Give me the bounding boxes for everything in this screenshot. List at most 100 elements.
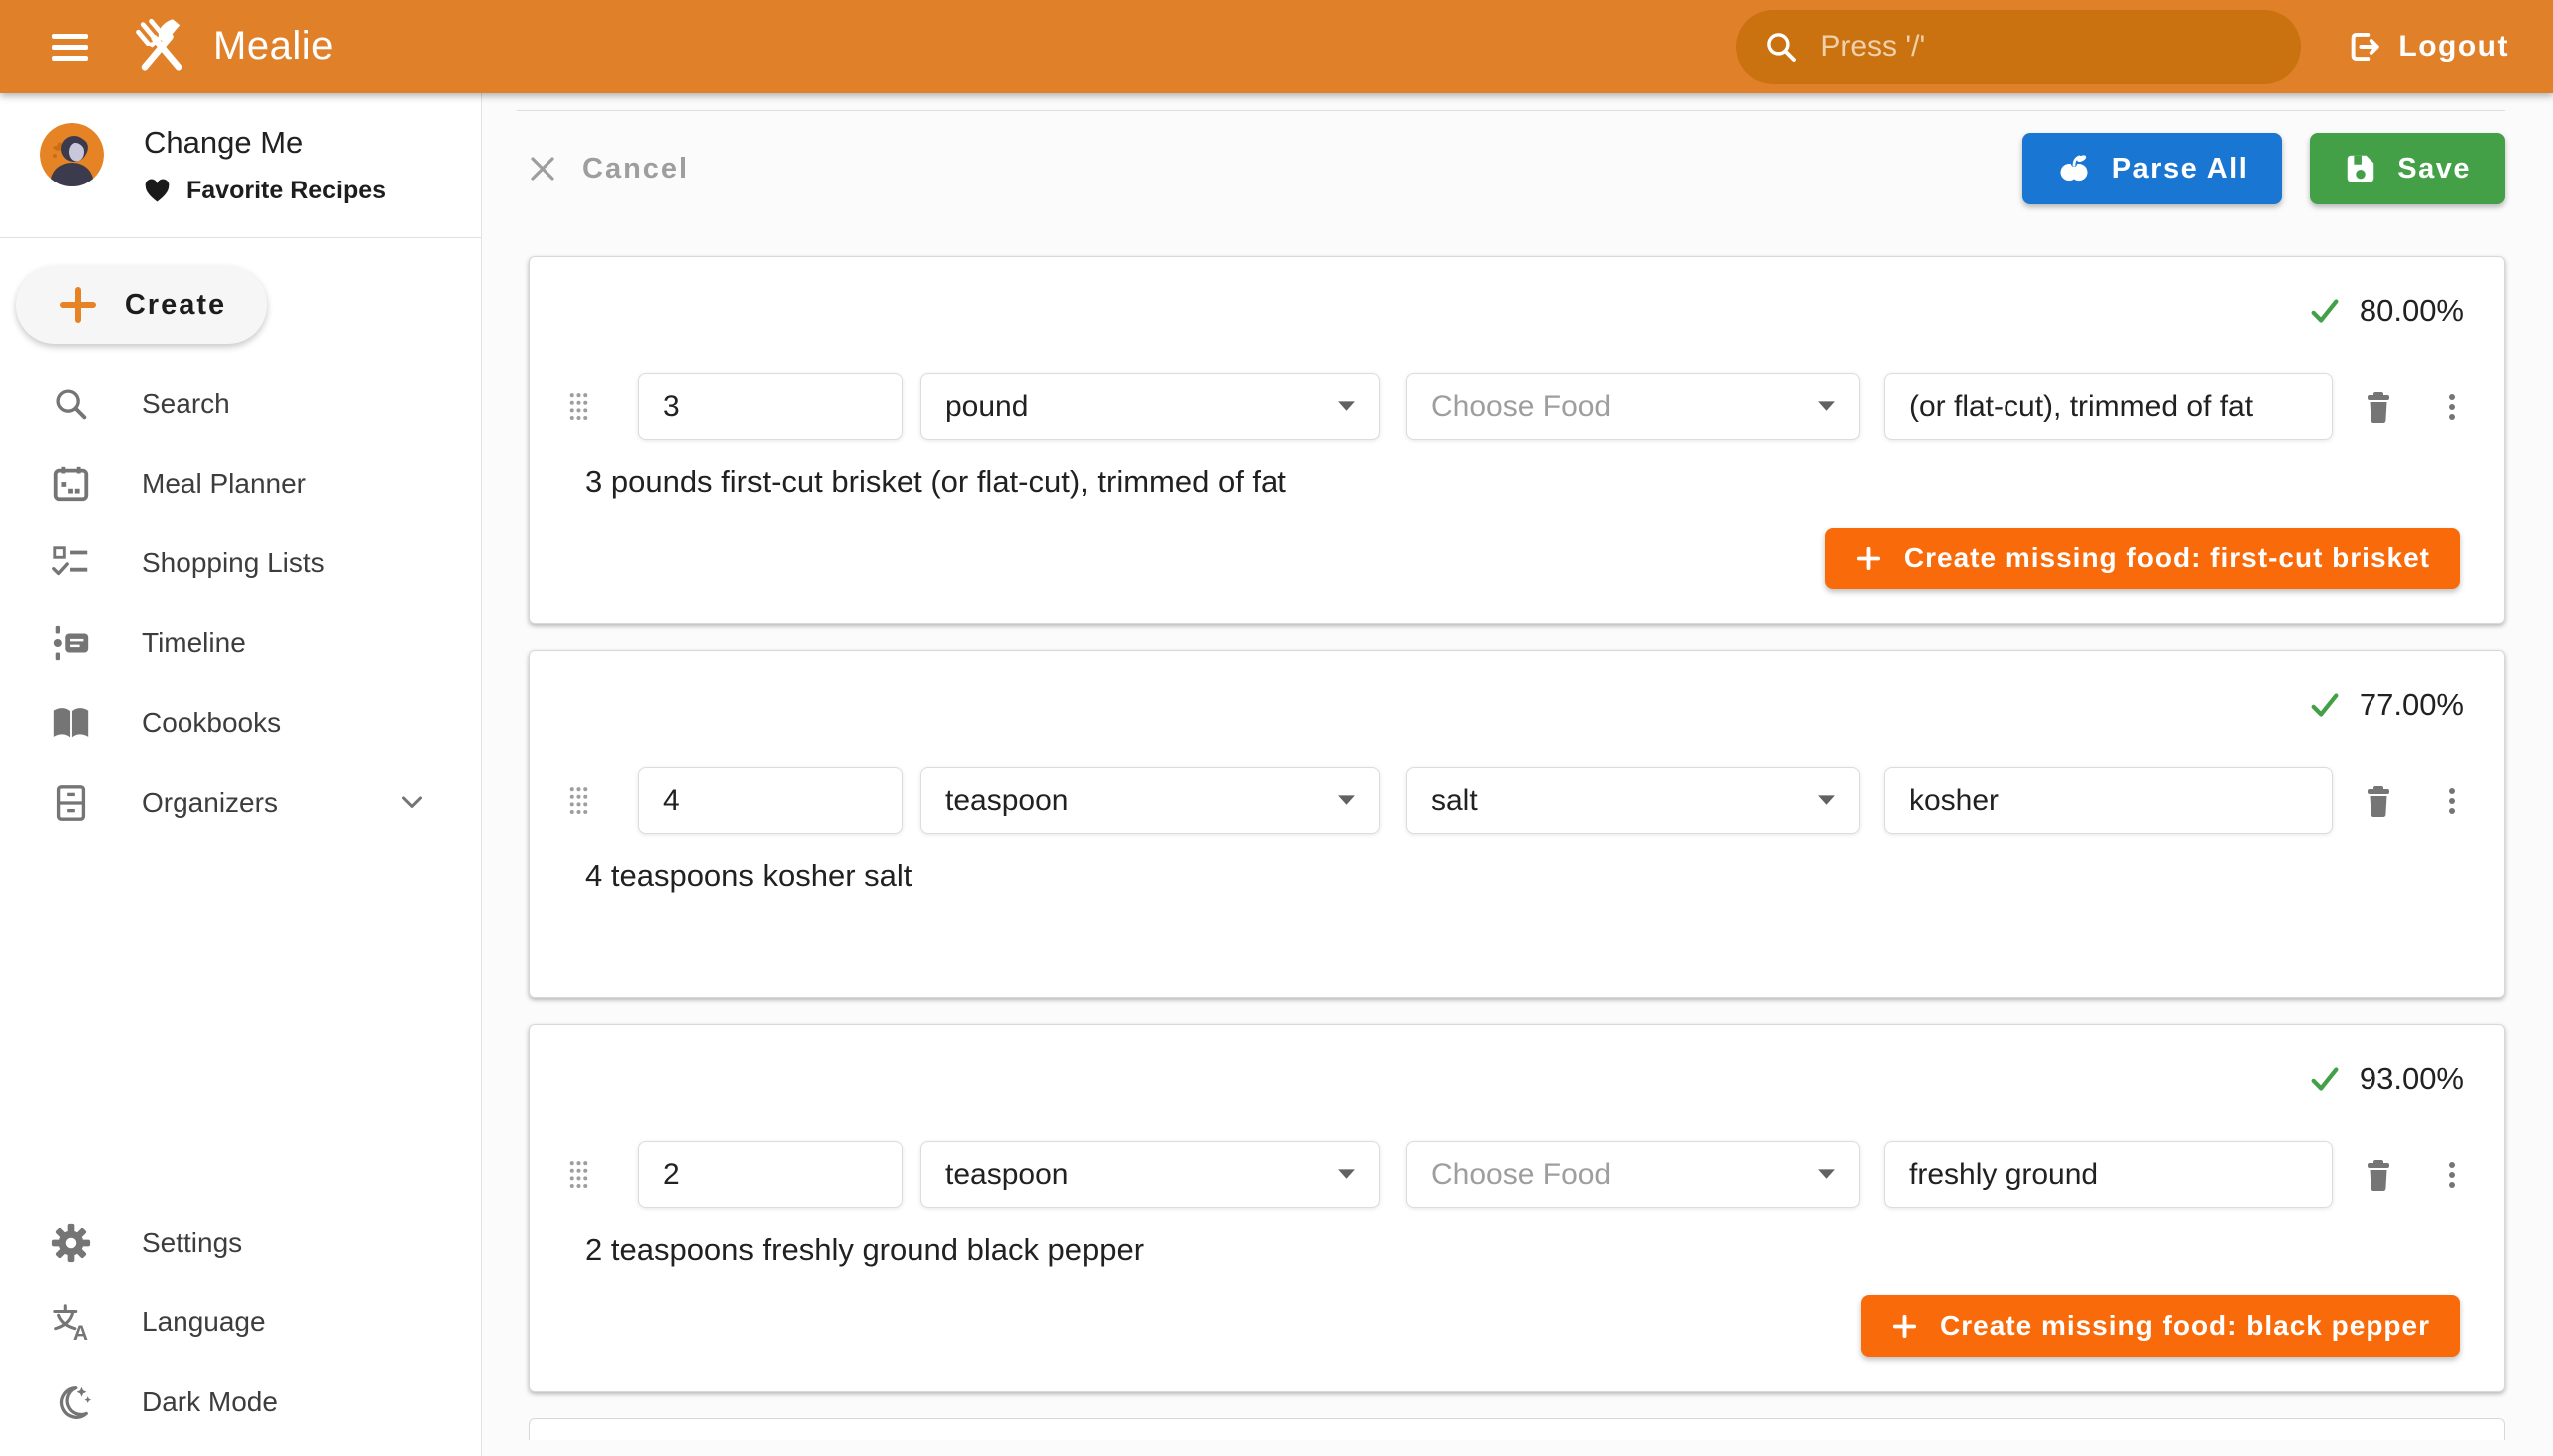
mealie-logo-icon — [128, 13, 195, 81]
apple-icon — [2056, 151, 2092, 186]
sidebar-item-shopping-lists[interactable]: Shopping Lists — [0, 524, 481, 603]
note-input[interactable] — [1884, 767, 2333, 834]
mealie-app: Mealie Logout — [0, 0, 2553, 1456]
favorites-label: Favorite Recipes — [186, 177, 386, 205]
search-icon — [48, 383, 94, 425]
global-search[interactable] — [1736, 10, 2301, 84]
sidebar-item-search[interactable]: Search — [0, 364, 481, 444]
favorites-link[interactable]: Favorite Recipes — [144, 177, 386, 205]
kebab-menu-icon[interactable] — [2434, 783, 2470, 819]
main-content: Cancel Parse All — [482, 93, 2553, 1456]
search-input[interactable] — [1818, 29, 2275, 65]
quantity-input[interactable] — [638, 767, 903, 834]
check-icon — [2308, 294, 2342, 328]
brand[interactable]: Mealie — [128, 13, 334, 81]
create-button[interactable]: Create — [16, 266, 267, 344]
food-select[interactable]: Choose Food — [1406, 1141, 1860, 1208]
delete-icon[interactable] — [2361, 783, 2396, 819]
user-name: Change Me — [144, 125, 386, 161]
parse-all-label: Parse All — [2112, 153, 2249, 185]
food-select[interactable]: salt — [1406, 767, 1860, 834]
drag-handle-icon[interactable] — [565, 390, 592, 424]
sidebar-item-meal-planner[interactable]: Meal Planner — [0, 444, 481, 524]
quantity-input[interactable] — [638, 373, 903, 440]
floppy-save-icon — [2344, 152, 2377, 185]
timeline-icon — [48, 622, 94, 664]
kebab-menu-icon[interactable] — [2434, 389, 2470, 425]
delete-icon[interactable] — [2361, 389, 2396, 425]
confidence-value: 77.00% — [2360, 687, 2464, 723]
food-select[interactable]: Choose Food — [1406, 373, 1860, 440]
logout-button[interactable]: Logout — [2345, 28, 2509, 66]
drag-handle-icon[interactable] — [565, 1158, 592, 1192]
caret-down-icon — [1338, 795, 1355, 806]
sidebar-item-cookbooks[interactable]: Cookbooks — [0, 683, 481, 763]
logout-icon — [2345, 28, 2382, 66]
sidebar-item-timeline[interactable]: Timeline — [0, 603, 481, 683]
caret-down-icon — [1818, 401, 1835, 412]
moon-icon — [48, 1381, 94, 1423]
plus-icon — [1891, 1313, 1918, 1340]
quantity-input[interactable] — [638, 1141, 903, 1208]
parser-toolbar: Cancel Parse All — [527, 133, 2505, 204]
sidebar-item-settings[interactable]: Settings — [0, 1203, 481, 1282]
parse-all-button[interactable]: Parse All — [2022, 133, 2283, 204]
cabinet-icon — [48, 782, 94, 824]
caret-down-icon — [1338, 1169, 1355, 1180]
app-title: Mealie — [213, 24, 334, 69]
checklist-icon — [48, 543, 94, 584]
confidence-row: 80.00% — [559, 293, 2464, 329]
calendar-icon — [48, 463, 94, 505]
ingredient-card: 77.00% teaspoon salt — [529, 650, 2505, 998]
original-ingredient-text: 2 teaspoons freshly ground black pepper — [585, 1232, 2470, 1268]
app-bar: Mealie Logout — [0, 0, 2553, 93]
cancel-label: Cancel — [582, 153, 689, 185]
ingredient-card: 93.00% teaspoon Choose Food — [529, 1024, 2505, 1392]
avatar[interactable] — [40, 123, 104, 186]
check-icon — [2308, 1062, 2342, 1096]
content-divider — [517, 110, 2505, 111]
sidebar-item-language[interactable]: A Language — [0, 1282, 481, 1362]
unit-select[interactable]: pound — [920, 373, 1380, 440]
create-missing-food-button[interactable]: Create missing food: black pepper — [1861, 1295, 2460, 1357]
create-label: Create — [125, 289, 226, 322]
user-block[interactable]: Change Me Favorite Recipes — [0, 93, 481, 205]
logout-label: Logout — [2398, 30, 2509, 64]
svg-text:A: A — [73, 1322, 88, 1343]
create-missing-food-button[interactable]: Create missing food: first-cut brisket — [1825, 528, 2460, 589]
ingredient-fields: pound Choose Food — [559, 373, 2470, 440]
original-ingredient-text: 3 pounds first-cut brisket (or flat-cut)… — [585, 464, 2470, 500]
plus-icon — [57, 284, 99, 326]
caret-down-icon — [1818, 1169, 1835, 1180]
delete-icon[interactable] — [2361, 1157, 2396, 1193]
original-ingredient-text: 4 teaspoons kosher salt — [585, 858, 2470, 894]
book-icon — [48, 702, 94, 744]
drag-handle-icon[interactable] — [565, 784, 592, 818]
sidebar-item-dark-mode[interactable]: Dark Mode — [0, 1362, 481, 1442]
check-icon — [2308, 688, 2342, 722]
plus-icon — [1855, 546, 1882, 572]
ingredient-list: 80.00% pound Choose Food — [529, 256, 2505, 1440]
save-label: Save — [2397, 153, 2471, 185]
chevron-down-icon — [395, 786, 429, 820]
sidebar-item-organizers[interactable]: Organizers — [0, 763, 481, 843]
caret-down-icon — [1818, 795, 1835, 806]
menu-icon[interactable] — [40, 17, 100, 77]
unit-select[interactable]: teaspoon — [920, 1141, 1380, 1208]
unit-select[interactable]: teaspoon — [920, 767, 1380, 834]
note-input[interactable] — [1884, 1141, 2333, 1208]
sidebar-bottom-nav: Settings A Language — [0, 1203, 481, 1442]
heart-icon — [144, 179, 171, 203]
kebab-menu-icon[interactable] — [2434, 1157, 2470, 1193]
confidence-row: 77.00% — [559, 687, 2464, 723]
sidebar-divider — [0, 237, 481, 238]
save-button[interactable]: Save — [2310, 133, 2505, 204]
gear-icon — [48, 1222, 94, 1264]
note-input[interactable] — [1884, 373, 2333, 440]
sidebar-nav: Search Meal Planner — [0, 364, 481, 843]
cancel-button[interactable]: Cancel — [527, 153, 689, 185]
sidebar: Change Me Favorite Recipes Create — [0, 93, 482, 1456]
confidence-value: 80.00% — [2360, 293, 2464, 329]
close-icon — [527, 153, 558, 184]
ingredient-fields: teaspoon salt — [559, 767, 2470, 834]
